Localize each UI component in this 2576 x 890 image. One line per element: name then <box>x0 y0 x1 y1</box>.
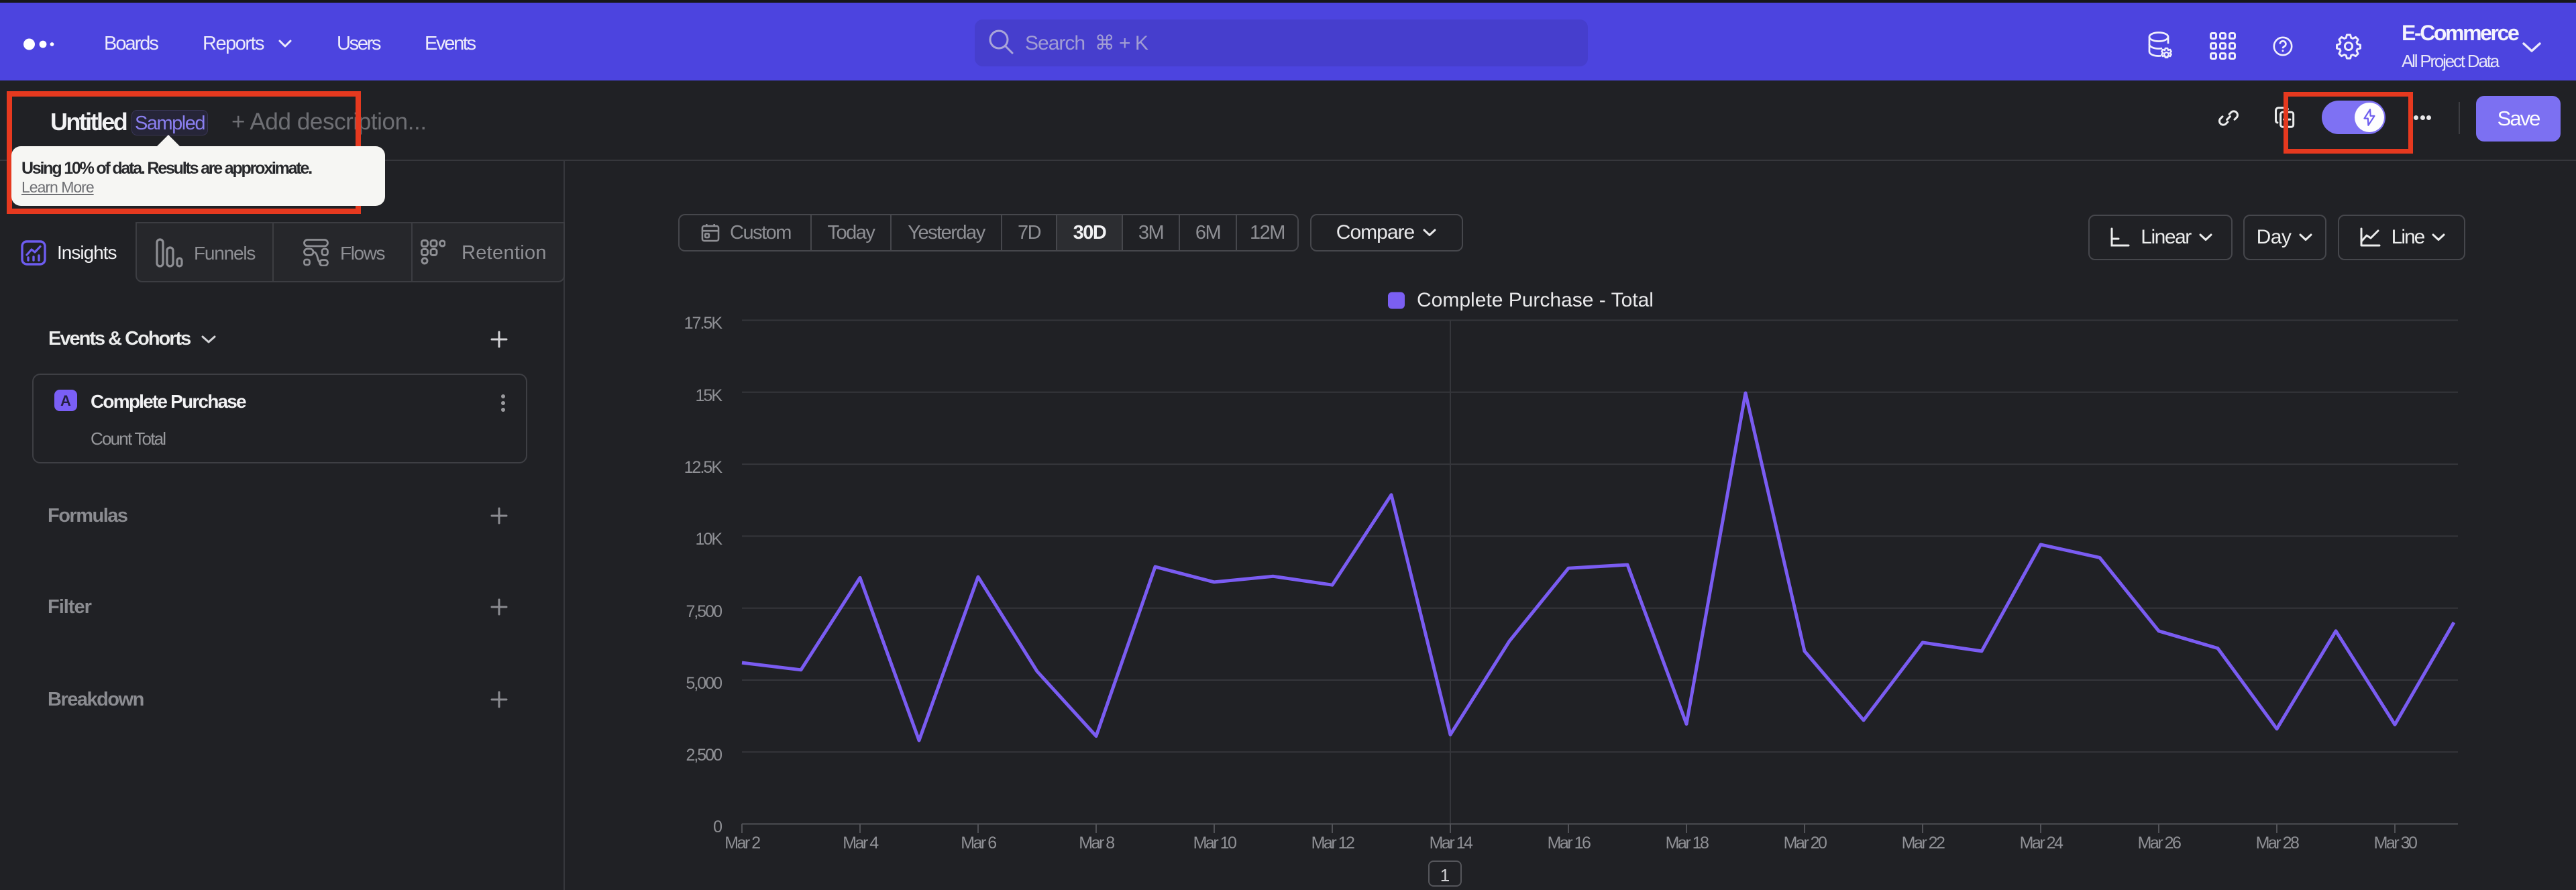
svg-text:10K: 10K <box>696 530 723 549</box>
svg-text:Complete Purchase - Total: Complete Purchase - Total <box>1417 289 1654 311</box>
svg-text:15K: 15K <box>696 386 723 405</box>
svg-text:Mar 28: Mar 28 <box>2256 834 2299 852</box>
svg-text:12.5K: 12.5K <box>684 458 723 477</box>
svg-text:0: 0 <box>713 818 722 836</box>
svg-text:Mar 14: Mar 14 <box>1430 834 1473 852</box>
svg-text:Mar 6: Mar 6 <box>961 834 996 852</box>
svg-text:Mar 20: Mar 20 <box>1784 834 1827 852</box>
svg-text:Mar 4: Mar 4 <box>843 834 879 852</box>
svg-text:Mar 10: Mar 10 <box>1193 834 1236 852</box>
svg-text:17.5K: 17.5K <box>684 314 723 333</box>
svg-text:Mar 30: Mar 30 <box>2374 834 2417 852</box>
svg-text:Mar 18: Mar 18 <box>1666 834 1709 852</box>
svg-text:Mar 26: Mar 26 <box>2138 834 2181 852</box>
svg-text:2,500: 2,500 <box>686 746 722 765</box>
svg-text:5,000: 5,000 <box>686 674 722 693</box>
svg-text:Mar 8: Mar 8 <box>1079 834 1114 852</box>
svg-text:7,500: 7,500 <box>686 602 722 621</box>
svg-text:Mar 22: Mar 22 <box>1902 834 1945 852</box>
svg-text:Mar 24: Mar 24 <box>2020 834 2063 852</box>
svg-text:Mar 12: Mar 12 <box>1311 834 1354 852</box>
svg-text:Mar 2: Mar 2 <box>724 834 760 852</box>
svg-text:Mar 16: Mar 16 <box>1548 834 1591 852</box>
